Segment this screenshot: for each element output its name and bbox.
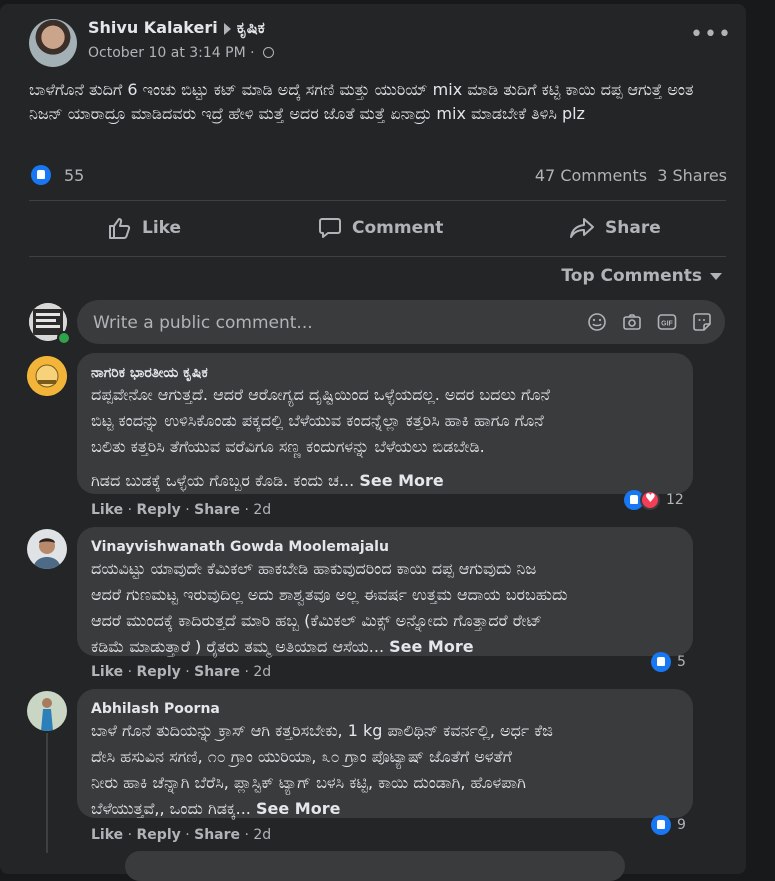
comment-line: ದೇಸಿ ಹಸುವಿನ ಸಗಣಿ, ೧೦ ಗ್ರಾಂ ಯುರಿಯಾ, ೩೦ ಗ್… <box>91 747 512 766</box>
thumbs-up-icon <box>109 218 131 239</box>
gif-icon[interactable]: GIF <box>657 312 677 332</box>
comment-share-link[interactable]: Share <box>194 664 240 680</box>
comment-age[interactable]: 2d <box>253 502 271 518</box>
comment-reply-link[interactable]: Reply <box>137 827 181 843</box>
share-button[interactable]: Share <box>569 210 661 246</box>
comment-like-link[interactable]: Like <box>91 827 123 843</box>
see-more-link[interactable]: See More <box>359 471 443 490</box>
camera-icon[interactable] <box>622 312 642 332</box>
comment-share-link[interactable]: Share <box>194 502 240 518</box>
online-status-dot <box>57 331 71 345</box>
post-text: ಬಾಳೆಗೊನೆ ತುದಿಗೆ 6 ಇಂಚು ಬಿಟ್ಟು ಕಟ್ ಮಾಡಿ ಅ… <box>29 80 694 123</box>
globe-icon <box>263 47 275 58</box>
post-meta: October 10 at 3:14 PM · <box>88 45 275 61</box>
post-header-title: Shivu Kalakeri ಕೃಷಿಕ <box>88 18 265 38</box>
triangle-right-icon <box>223 22 231 35</box>
commenter-name[interactable]: Vinayvishwanath Gowda Moolemajalu <box>91 539 389 555</box>
reaction-summary[interactable] <box>31 164 51 185</box>
group-name[interactable]: ಕೃಷಿಕ <box>237 18 265 37</box>
reaction-count: 9 <box>677 817 686 833</box>
comment-line: ದಪ್ಪವೇನೋ ಆಗುತ್ತದೆ. ಆದರೆ ಆರೋಗ್ಯದ ದೃಷ್ಟಿಯಿ… <box>91 385 551 404</box>
share-label: Share <box>605 218 661 238</box>
comment-line: ಆದರೆ ಮುಂದಕ್ಕೆ ಕಾದಿರುತ್ತದೆ ಮಾರಿ ಹಬ್ಬ (ಕೆಮ… <box>91 611 543 630</box>
comment-truncated-text: ಬೆಳೆಯುತ್ತವೆ,, ಒಂದು ಗಿಡಕ್ಕ... <box>91 799 251 818</box>
comment-label: Comment <box>352 218 444 238</box>
comment-reactions[interactable]: 12 <box>624 489 684 511</box>
comment-actions: Like · Reply · Share · 2d <box>91 827 272 843</box>
meta-separator: · <box>250 45 255 61</box>
comment-line: ದಯವಿಟ್ಟು ಯಾವುದೇ ಕೆಮಿಕಲ್ ಹಾಕಬೇಡಿ ಹಾಕುವುದರ… <box>91 559 537 578</box>
like-reaction-icon <box>31 164 51 185</box>
comment-share-link[interactable]: Share <box>194 827 240 843</box>
comment-line: ನೀರು ಹಾಕಿ ಚೆನ್ನಾಗಿ ಬೆರೆಸಿ, ಪ್ಲಾಸ್ಟಿಕ್ ಟ್… <box>91 773 526 792</box>
reply-bubble-partial <box>125 851 625 881</box>
smiley-icon[interactable] <box>587 312 607 332</box>
shares-count[interactable]: 3 Shares <box>657 166 727 185</box>
divider <box>29 256 726 257</box>
comment-composer[interactable]: GIF <box>77 300 725 346</box>
reply-thread-line <box>46 733 48 853</box>
post-stats: 47 Comments 3 Shares <box>535 166 727 185</box>
like-reaction-icon <box>651 652 671 672</box>
like-reaction-icon <box>651 815 671 835</box>
comment-actions: Like · Reply · Share · 2d <box>91 502 272 518</box>
reaction-count[interactable]: 55 <box>64 166 84 185</box>
comment-truncated-text: ಗಿಡದ ಬುಡಕ್ಕೆ ಒಳ್ಳೆಯ ಗೊಬ್ಬರ ಕೊಡಿ. ಕಂದು ಚ.… <box>91 471 355 490</box>
divider <box>29 200 726 201</box>
comment-age[interactable]: 2d <box>253 827 271 843</box>
like-label: Like <box>142 218 182 238</box>
comment-input[interactable] <box>91 300 575 346</box>
comment-line: ಬೆಳೆಯುತ್ತವೆ,, ಒಂದು ಗಿಡಕ್ಕ... See More <box>91 796 691 822</box>
comment-reply-link[interactable]: Reply <box>137 502 181 518</box>
comment-sort-label: Top Comments <box>561 266 702 286</box>
comments-count[interactable]: 47 Comments <box>535 166 647 185</box>
author-name[interactable]: Shivu Kalakeri <box>88 18 218 37</box>
commenter-avatar[interactable] <box>27 691 67 731</box>
comment-like-link[interactable]: Like <box>91 502 123 518</box>
comment-button[interactable]: Comment <box>318 210 443 246</box>
commenter-name[interactable]: Abhilash Poorna <box>91 701 220 717</box>
see-more-link[interactable]: See More <box>389 637 473 656</box>
comment-text: ಬಾಳೆ ಗೊನೆ ತುದಿಯನ್ನು ಕ್ರಾಸ್ ಆಗಿ ಕತ್ತರಿಸಬೇ… <box>91 718 691 822</box>
author-avatar[interactable] <box>29 19 77 67</box>
commenter-name[interactable]: ನಾಗರಿಕ ಭಾರತೀಯ ಕೃಷಿಕ <box>91 365 208 381</box>
comment-line: ಬಾಳೆ ಗೊನೆ ತುದಿಯನ್ನು ಕ್ರಾಸ್ ಆಗಿ ಕತ್ತರಿಸಬೇ… <box>91 721 553 740</box>
comment-line: ಬಲಿತು ಕತ್ತರಿಸಿ ತೆಗೆಯುವ ವರೆವಿಗೂ ಸಣ್ಣ ಕಂದು… <box>91 437 485 456</box>
comment-truncated-text: ಕಡಿಮೆ ಮಾಡುತ್ತಾರೆ ) ರೈತರು ತಮ್ಮ ಅತಿಯಾದ ಆಸೆ… <box>91 637 385 656</box>
comment-line: ಗಿಡದ ಬುಡಕ್ಕೆ ಒಳ್ಳೆಯ ಗೊಬ್ಬರ ಕೊಡಿ. ಕಂದು ಚ.… <box>91 468 691 494</box>
svg-text:GIF: GIF <box>661 321 673 328</box>
reaction-count: 5 <box>677 654 686 670</box>
comment-text: ದಪ್ಪವೇನೋ ಆಗುತ್ತದೆ. ಆದರೆ ಆರೋಗ್ಯದ ದೃಷ್ಟಿಯಿ… <box>91 382 691 494</box>
love-reaction-icon <box>640 490 660 510</box>
caret-down-icon <box>710 272 722 280</box>
comment-age[interactable]: 2d <box>253 664 271 680</box>
sticker-icon[interactable] <box>692 312 712 332</box>
more-horizontal-icon[interactable]: ••• <box>690 24 732 46</box>
comment-sort-dropdown[interactable]: Top Comments <box>561 266 722 286</box>
share-arrow-icon <box>570 218 594 238</box>
comment-text: ದಯವಿಟ್ಟು ಯಾವುದೇ ಕೆಮಿಕಲ್ ಹಾಕಬೇಡಿ ಹಾಕುವುದರ… <box>91 556 691 660</box>
comment-line: ಆದರೆ ಗುಣಮಟ್ಟ ಇರುವುದಿಲ್ಲ ಅದು ಶಾಶ್ವತವೂ ಅಲ್… <box>91 585 568 604</box>
like-button[interactable]: Like <box>108 210 181 246</box>
reaction-count: 12 <box>666 492 684 508</box>
comment-line: ಬಿಟ್ಟ ಕಂದನ್ನು ಉಳಿಸಿಕೊಂಡು ಪಕ್ಕದಲ್ಲಿ ಬೆಳೆಯ… <box>91 411 544 430</box>
post-timestamp[interactable]: October 10 at 3:14 PM <box>88 45 246 61</box>
comment-reply-link[interactable]: Reply <box>137 664 181 680</box>
speech-bubble-icon <box>319 218 341 238</box>
comment-actions: Like · Reply · Share · 2d <box>91 664 272 680</box>
see-more-link[interactable]: See More <box>256 799 340 818</box>
comment-reactions[interactable]: 5 <box>651 651 686 673</box>
comment-like-link[interactable]: Like <box>91 664 123 680</box>
commenter-avatar[interactable] <box>27 356 67 396</box>
comment-reactions[interactable]: 9 <box>651 814 686 836</box>
commenter-avatar[interactable] <box>27 529 67 569</box>
comment-line: ಕಡಿಮೆ ಮಾಡುತ್ತಾರೆ ) ರೈತರು ತಮ್ಮ ಅತಿಯಾದ ಆಸೆ… <box>91 634 691 660</box>
